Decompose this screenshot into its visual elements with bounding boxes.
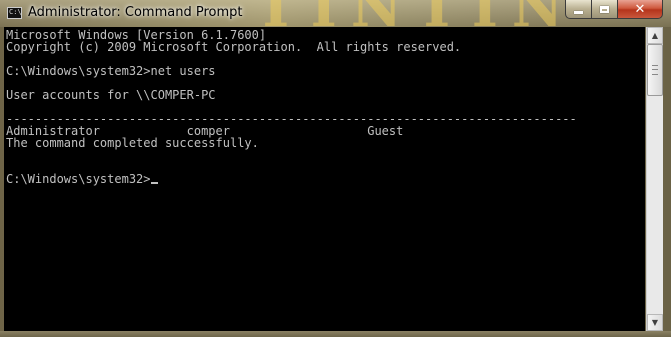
window-controls: ✕ [565,0,663,20]
title-bar[interactable]: TINTIN C:\ Administrator: Command Prompt… [0,0,671,40]
console-output: Microsoft Windows [Version 6.1.7600] Cop… [4,27,645,185]
window-frame-bottom [0,331,671,337]
maximize-button[interactable] [592,0,618,19]
vertical-scrollbar[interactable]: ▲ ▼ [646,27,663,331]
close-icon: ✕ [634,1,646,17]
text-cursor [150,182,158,184]
arrow-up-icon: ▲ [651,31,659,40]
command-prompt-window: TINTIN C:\ Administrator: Command Prompt… [0,0,671,337]
minimize-button[interactable] [565,0,592,19]
scroll-down-button[interactable]: ▼ [647,314,663,331]
scroll-up-button[interactable]: ▲ [647,27,663,44]
grip-icon [652,65,658,75]
console-text: Microsoft Windows [Version 6.1.7600] Cop… [6,28,577,186]
maximize-icon [600,5,609,13]
console-area[interactable]: Microsoft Windows [Version 6.1.7600] Cop… [4,27,645,331]
scroll-thumb[interactable] [647,44,663,96]
window-title: Administrator: Command Prompt [28,5,243,20]
minimize-icon [574,11,583,14]
command-prompt-icon[interactable]: C:\ [7,7,22,19]
arrow-down-icon: ▼ [651,318,659,327]
close-button[interactable]: ✕ [618,0,663,19]
